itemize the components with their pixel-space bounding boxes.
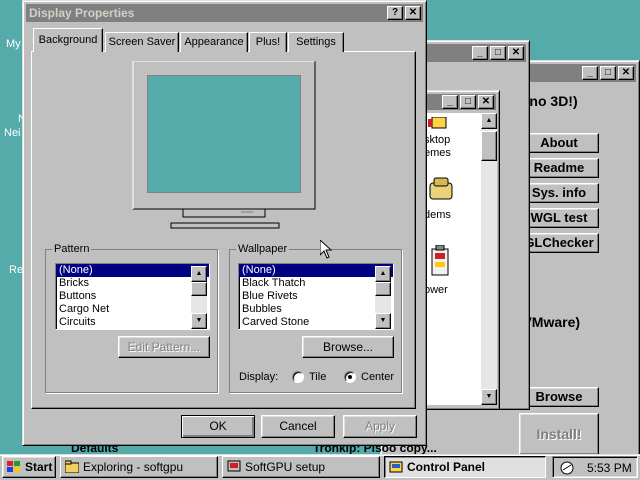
mouse-cursor-icon xyxy=(320,240,332,259)
center-radio[interactable] xyxy=(344,371,356,383)
monitor-screen xyxy=(148,76,300,192)
pattern-item[interactable]: (None) xyxy=(56,264,209,277)
minimize-button[interactable]: _ xyxy=(472,46,488,60)
pattern-item[interactable]: Buttons xyxy=(56,290,209,303)
desktop-label-recycle[interactable]: Re xyxy=(9,264,23,276)
scroll-up-button[interactable]: ▲ xyxy=(191,266,207,282)
tile-radio[interactable] xyxy=(292,371,304,383)
task-control-panel[interactable]: Control Panel xyxy=(384,456,546,478)
clock[interactable]: 5:53 PM xyxy=(587,461,632,475)
pattern-item[interactable]: Bricks xyxy=(56,277,209,290)
cp-item-label[interactable]: dems xyxy=(424,209,451,221)
maximize-button[interactable]: □ xyxy=(600,66,616,80)
pattern-list[interactable]: (None) Bricks Buttons Cargo Net Circuits… xyxy=(55,263,210,330)
wallpaper-item[interactable]: Black Thatch xyxy=(239,277,393,290)
windows-logo-icon xyxy=(7,461,20,472)
close-button[interactable]: ✕ xyxy=(508,46,524,60)
task-exploring[interactable]: Exploring - softgpu xyxy=(60,456,218,478)
dialog-title-bar: Display Properties ? ✕ xyxy=(26,4,423,22)
power-icon[interactable] xyxy=(426,245,456,279)
close-button[interactable]: ✕ xyxy=(618,66,634,80)
about-button[interactable]: About xyxy=(519,133,599,153)
scroll-thumb[interactable] xyxy=(191,282,207,296)
modems-icon[interactable] xyxy=(426,175,456,203)
glchecker-button[interactable]: GLChecker xyxy=(519,233,599,253)
monitor-preview xyxy=(132,61,316,229)
readme-button[interactable]: Readme xyxy=(519,158,599,178)
tab-settings[interactable]: Settings xyxy=(288,32,344,52)
scroll-thumb[interactable] xyxy=(375,282,391,296)
browse-button[interactable]: Browse... xyxy=(302,336,394,358)
control-panel-scrollbar[interactable]: ▲ ▼ xyxy=(481,113,497,405)
folder-icon xyxy=(65,460,79,473)
wallpaper-list[interactable]: (None) Black Thatch Blue Rivets Bubbles … xyxy=(238,263,394,330)
tab-background[interactable]: Background xyxy=(33,28,103,52)
wallpaper-item[interactable]: Carved Stone xyxy=(239,316,393,329)
network-tray-icon[interactable] xyxy=(559,460,575,476)
scroll-up-button[interactable]: ▲ xyxy=(481,113,497,129)
control-panel-icon xyxy=(389,461,403,473)
edit-pattern-button[interactable]: Edit Pattern... xyxy=(118,336,210,358)
tab-screen-saver[interactable]: Screen Saver xyxy=(105,32,179,52)
minimize-button[interactable]: _ xyxy=(582,66,598,80)
desktop-label-neighborhood[interactable]: Nei xyxy=(4,127,21,139)
desktop-label-my-computer[interactable]: My xyxy=(6,38,21,50)
scroll-up-button[interactable]: ▲ xyxy=(375,266,391,282)
tile-label[interactable]: Tile xyxy=(309,371,326,383)
tab-appearance[interactable]: Appearance xyxy=(180,32,248,52)
pattern-item[interactable]: Cargo Net xyxy=(56,303,209,316)
wallpaper-label: Wallpaper xyxy=(236,243,290,255)
display-label: Display: xyxy=(239,371,279,383)
task-label: Exploring - softgpu xyxy=(83,460,184,474)
system-tray: 5:53 PM xyxy=(552,456,638,478)
pattern-item[interactable]: Circuits xyxy=(56,316,209,329)
cp-item-label[interactable]: emes xyxy=(424,147,451,159)
install-button[interactable]: Install! xyxy=(519,413,599,455)
task-label: Control Panel xyxy=(407,460,486,474)
wallpaper-scrollbar[interactable]: ▲ ▼ xyxy=(375,266,391,329)
start-label: Start xyxy=(25,460,53,474)
close-button[interactable]: ✕ xyxy=(478,95,494,109)
apply-button[interactable]: Apply xyxy=(343,415,417,438)
pattern-scrollbar[interactable]: ▲ ▼ xyxy=(191,266,207,329)
scroll-down-button[interactable]: ▼ xyxy=(191,313,207,329)
cp-item-label[interactable]: ower xyxy=(424,284,448,296)
display-properties-dialog: Display Properties ? ✕ Background Screen… xyxy=(22,0,427,446)
radio-dot xyxy=(348,375,352,379)
browse-setup-button[interactable]: Browse xyxy=(519,387,599,407)
scroll-down-button[interactable]: ▼ xyxy=(375,313,391,329)
desktop-themes-icon[interactable] xyxy=(426,117,448,131)
close-button[interactable]: ✕ xyxy=(405,6,421,20)
wallpaper-item[interactable]: Bubbles xyxy=(239,303,393,316)
sys-info-button[interactable]: Sys. info xyxy=(519,183,599,203)
wgl-test-button[interactable]: WGL test xyxy=(519,208,599,228)
maximize-button[interactable]: □ xyxy=(460,95,476,109)
task-label: SoftGPU setup xyxy=(245,460,326,474)
task-softgpu-setup[interactable]: SoftGPU setup xyxy=(222,456,380,478)
cancel-button[interactable]: Cancel xyxy=(261,415,335,438)
setup-app-icon xyxy=(227,460,241,472)
wallpaper-item[interactable]: (None) xyxy=(239,264,393,277)
scroll-down-button[interactable]: ▼ xyxy=(481,389,497,405)
start-button[interactable]: Start xyxy=(2,456,56,478)
maximize-button[interactable]: □ xyxy=(490,46,506,60)
help-button[interactable]: ? xyxy=(387,6,403,20)
tab-plus[interactable]: Plus! xyxy=(249,32,287,52)
pattern-label: Pattern xyxy=(52,243,92,255)
dialog-title: Display Properties xyxy=(29,6,135,20)
ok-button[interactable]: OK xyxy=(181,415,255,438)
minimize-button[interactable]: _ xyxy=(442,95,458,109)
wallpaper-item[interactable]: Blue Rivets xyxy=(239,290,393,303)
scroll-thumb[interactable] xyxy=(481,131,497,161)
center-label[interactable]: Center xyxy=(361,371,394,383)
cp-item-label[interactable]: sktop xyxy=(424,134,450,146)
